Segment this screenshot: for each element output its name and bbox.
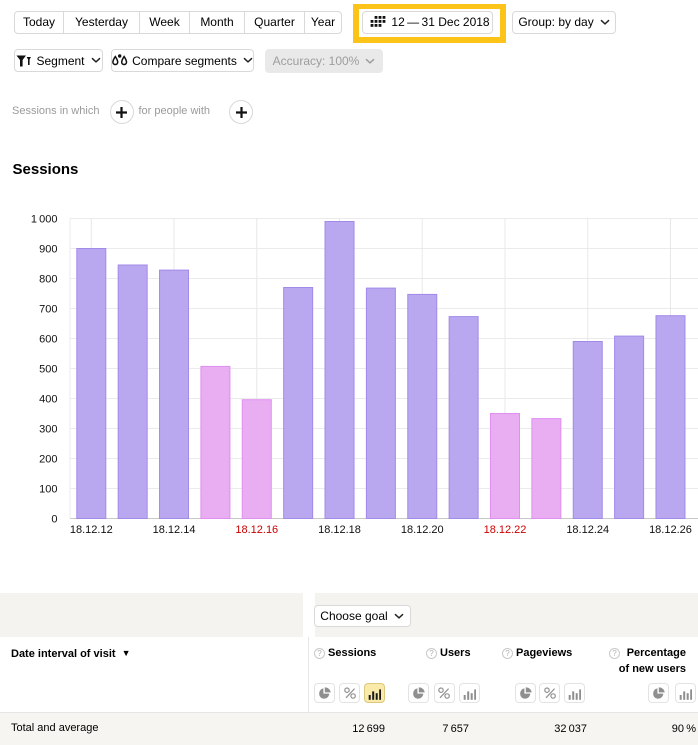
svg-text:800: 800 [39, 274, 57, 286]
svg-text:300: 300 [39, 424, 57, 436]
svg-text:500: 500 [39, 364, 57, 376]
svg-text:700: 700 [39, 304, 57, 316]
svg-text:18.12.18: 18.12.18 [318, 524, 361, 536]
svg-text:1 000: 1 000 [31, 214, 58, 226]
svg-text:0: 0 [51, 514, 57, 526]
svg-text:400: 400 [39, 394, 57, 406]
svg-text:18.12.16: 18.12.16 [235, 524, 278, 536]
svg-text:18.12.14: 18.12.14 [153, 524, 196, 536]
svg-text:900: 900 [39, 244, 57, 256]
svg-text:18.12.20: 18.12.20 [401, 524, 444, 536]
svg-text:18.12.12: 18.12.12 [70, 524, 113, 536]
svg-text:600: 600 [39, 334, 57, 346]
svg-text:18.12.24: 18.12.24 [566, 524, 609, 536]
svg-text:18.12.22: 18.12.22 [484, 524, 527, 536]
svg-text:18.12.26: 18.12.26 [649, 524, 692, 536]
svg-text:200: 200 [39, 454, 57, 466]
svg-text:100: 100 [39, 484, 57, 496]
